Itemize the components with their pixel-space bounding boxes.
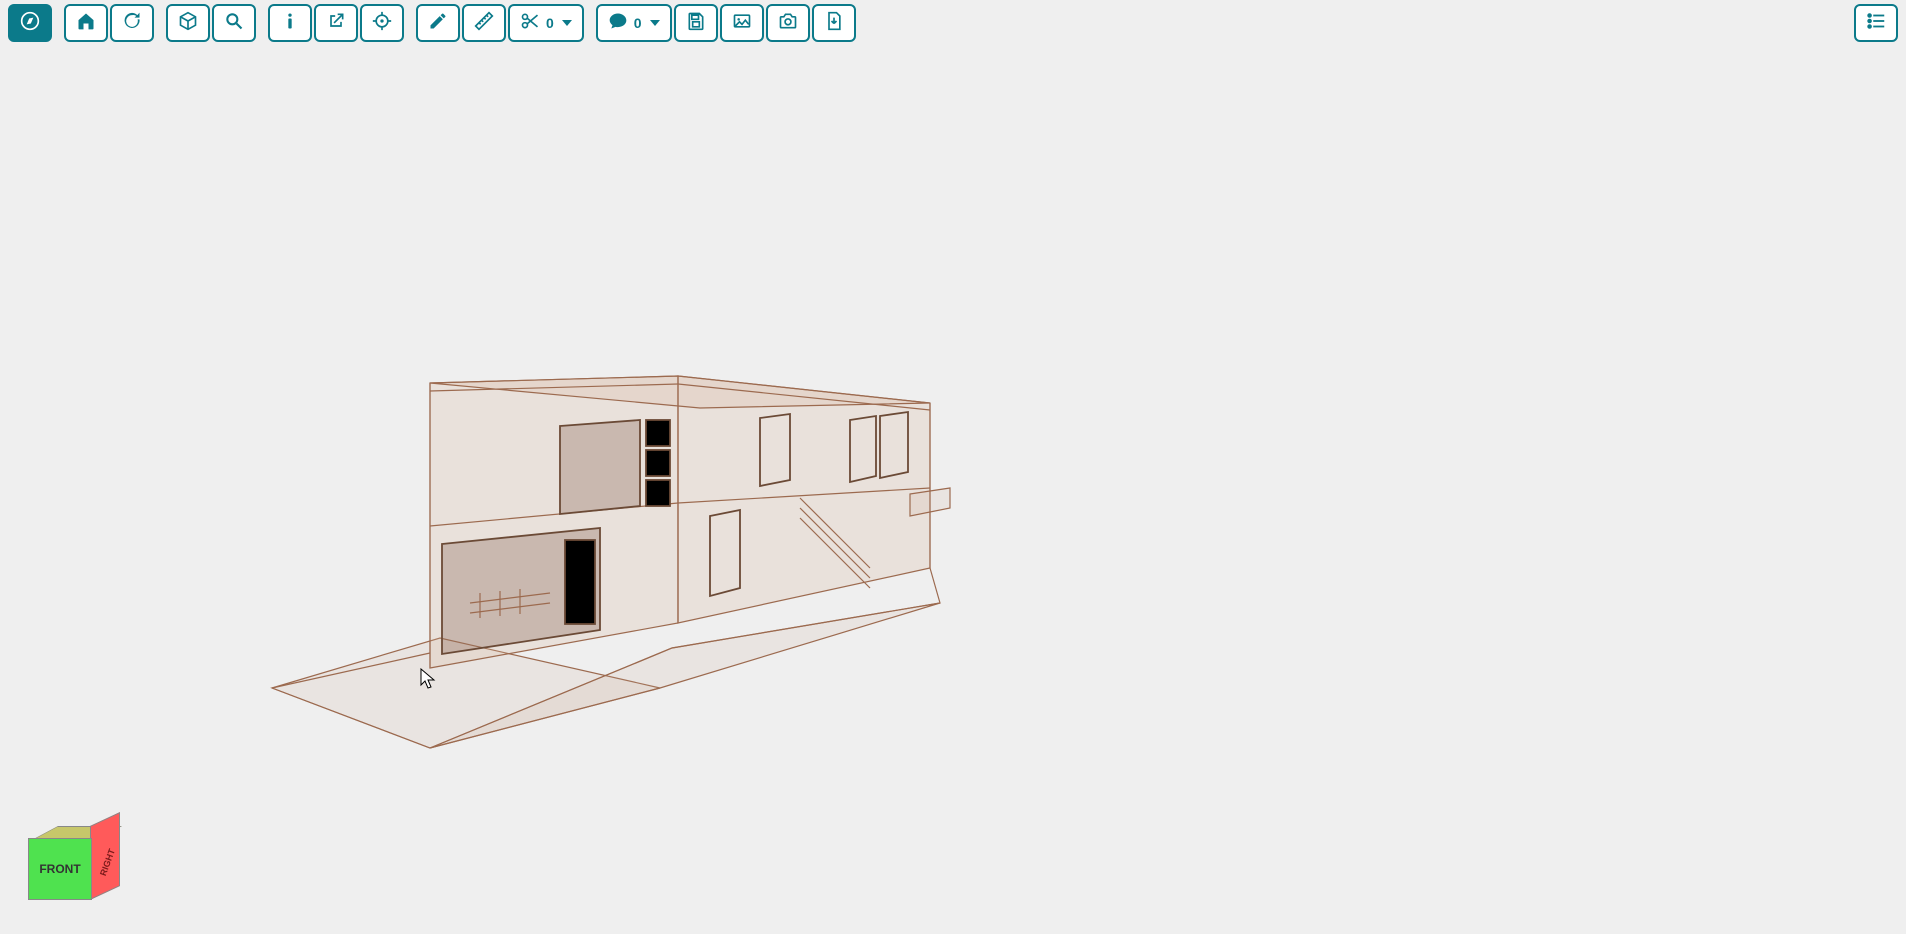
- save-icon: [686, 11, 706, 36]
- image-button[interactable]: [720, 4, 764, 42]
- explore-button[interactable]: [8, 4, 52, 42]
- panel-toggle-button[interactable]: [1854, 4, 1898, 42]
- download-button[interactable]: [812, 4, 856, 42]
- home-icon: [76, 11, 96, 36]
- section-button[interactable]: 0: [508, 4, 584, 42]
- snapshot-button[interactable]: [766, 4, 810, 42]
- open-external-button[interactable]: [314, 4, 358, 42]
- list-icon: [1865, 10, 1887, 37]
- toolbar-group-comment: 0: [596, 4, 856, 42]
- image-icon: [732, 11, 752, 36]
- info-button[interactable]: [268, 4, 312, 42]
- comment-count: 0: [634, 15, 642, 31]
- compass-icon: [20, 11, 40, 36]
- home-button[interactable]: [64, 4, 108, 42]
- toolbar-group-nav: [8, 4, 52, 42]
- comment-icon: [608, 11, 628, 36]
- camera-icon: [778, 11, 798, 36]
- edit-button[interactable]: [416, 4, 460, 42]
- scissors-icon: [520, 11, 540, 36]
- cube-front-label: FRONT: [39, 863, 80, 875]
- pencil-icon: [428, 11, 448, 36]
- refresh-icon: [122, 11, 142, 36]
- cube-face-front[interactable]: FRONT: [28, 838, 92, 900]
- refresh-button[interactable]: [110, 4, 154, 42]
- toolbar-group-home: [64, 4, 154, 42]
- toolbar-group-edit: 0: [416, 4, 584, 42]
- search-button[interactable]: [212, 4, 256, 42]
- main-toolbar: 0 0: [8, 4, 1898, 42]
- save-button[interactable]: [674, 4, 718, 42]
- toolbar-group-info: [268, 4, 404, 42]
- 3d-viewport[interactable]: [0, 48, 1906, 934]
- target-button[interactable]: [360, 4, 404, 42]
- box-view-button[interactable]: [166, 4, 210, 42]
- navigation-cube[interactable]: FRONT RIGHT: [28, 826, 118, 906]
- target-icon: [372, 11, 392, 36]
- external-link-icon: [326, 11, 346, 36]
- cube-icon: [178, 11, 198, 36]
- ruler-icon: [474, 11, 494, 36]
- model-wireframe: [0, 48, 1906, 934]
- info-icon: [280, 11, 300, 36]
- caret-down-icon: [650, 20, 660, 26]
- download-icon: [824, 11, 844, 36]
- search-icon: [224, 11, 244, 36]
- toolbar-group-view: [166, 4, 256, 42]
- measure-button[interactable]: [462, 4, 506, 42]
- comment-button[interactable]: 0: [596, 4, 672, 42]
- caret-down-icon: [562, 20, 572, 26]
- section-count: 0: [546, 15, 554, 31]
